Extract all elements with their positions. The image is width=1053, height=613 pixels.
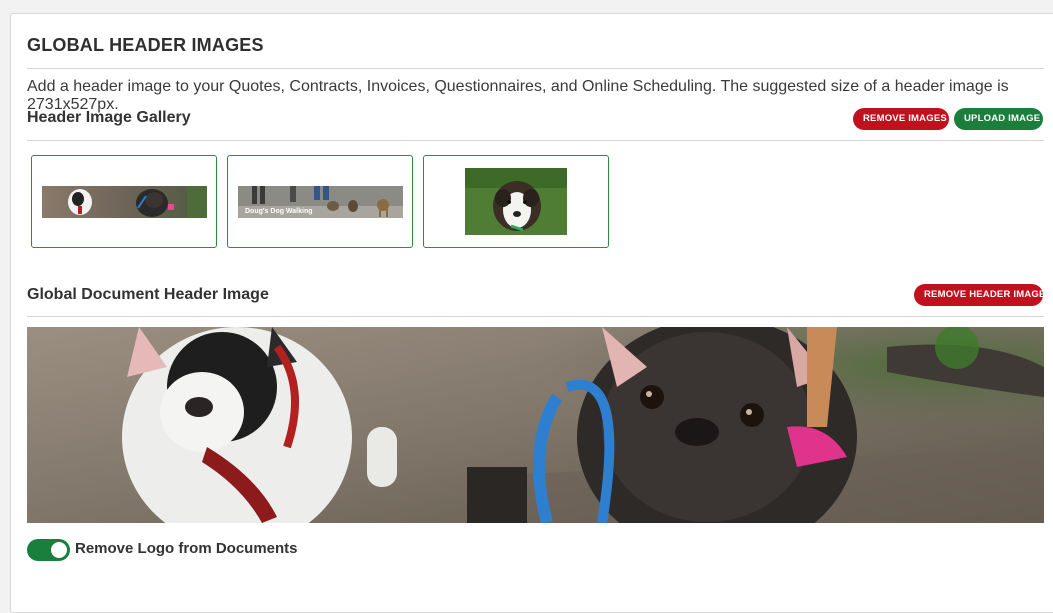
dog-walking-banner-thumbnail-image: Doug's Dog Walking <box>237 185 403 218</box>
upload-image-button[interactable]: UPLOAD IMAGE <box>954 108 1043 130</box>
dogs-banner-thumbnail-image <box>41 185 207 218</box>
toggle-knob <box>51 542 67 558</box>
gallery-thumbnail-2[interactable]: Doug's Dog Walking <box>227 155 413 248</box>
gallery-title: Header Image Gallery <box>27 109 191 126</box>
remove-logo-label: Remove Logo from Documents <box>75 540 298 557</box>
thumbnail-caption: Doug's Dog Walking <box>245 208 313 215</box>
page-title: GLOBAL HEADER IMAGES <box>27 35 264 55</box>
puppy-thumbnail-image <box>465 168 567 235</box>
document-header-image <box>27 327 1044 523</box>
remove-images-button[interactable]: REMOVE IMAGES <box>853 108 949 130</box>
settings-panel: GLOBAL HEADER IMAGES Add a header image … <box>10 13 1053 613</box>
divider <box>27 68 1044 69</box>
gallery-thumbnail-1[interactable] <box>31 155 217 248</box>
remove-logo-toggle[interactable] <box>27 539 70 561</box>
divider <box>27 316 1044 317</box>
document-header-title: Global Document Header Image <box>27 286 269 303</box>
french-bulldogs-banner-image <box>27 327 1044 523</box>
remove-header-image-button[interactable]: REMOVE HEADER IMAGE <box>914 284 1045 306</box>
gallery-thumbnail-3[interactable] <box>423 155 609 248</box>
divider <box>27 140 1044 141</box>
